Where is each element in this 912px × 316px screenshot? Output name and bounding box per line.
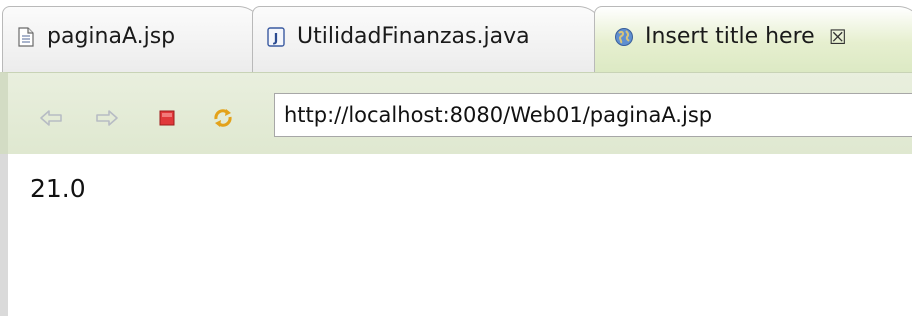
stop-icon[interactable] [154, 105, 180, 131]
close-tab-icon[interactable]: ☒ [829, 25, 847, 49]
java-file-icon: J [265, 24, 287, 50]
tab-label: UtilidadFinanzas.java [297, 24, 530, 49]
forward-arrow-icon[interactable] [94, 105, 120, 131]
tab-pagina-a-jsp[interactable]: paginaA.jsp [2, 6, 264, 72]
jsp-file-icon [15, 24, 37, 50]
tab-utilidad-finanzas-java[interactable]: J UtilidadFinanzas.java [252, 6, 604, 72]
refresh-icon[interactable] [210, 105, 236, 131]
tab-insert-title-here[interactable]: Insert title here ☒ [594, 6, 912, 72]
url-input[interactable]: http://localhost:8080/Web01/paginaA.jsp [274, 93, 912, 137]
globe-icon [613, 24, 635, 50]
browser-content: 21.0 [0, 154, 912, 316]
svg-text:J: J [273, 31, 278, 45]
editor-tab-bar: paginaA.jsp J UtilidadFinanzas.java Inse… [0, 0, 912, 72]
browser-toolbar: http://localhost:8080/Web01/paginaA.jsp [0, 72, 912, 154]
tab-label: paginaA.jsp [47, 24, 176, 49]
page-body-text: 21.0 [30, 174, 86, 203]
back-arrow-icon[interactable] [38, 105, 64, 131]
tab-label: Insert title here [645, 24, 815, 49]
